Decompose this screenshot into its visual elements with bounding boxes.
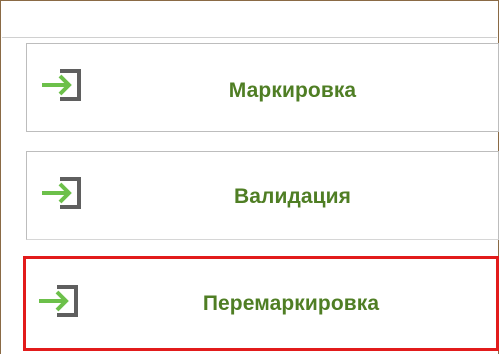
validation-button[interactable]: Валидация — [26, 151, 499, 240]
login-arrow-icon — [42, 69, 81, 101]
divider — [2, 37, 497, 38]
login-arrow-icon — [39, 285, 78, 317]
validation-label: Валидация — [233, 184, 352, 208]
login-arrow-icon — [42, 177, 81, 209]
menu-panel: Маркировка Валидация Перемаркировка — [0, 0, 499, 354]
remarking-button[interactable]: Перемаркировка — [23, 256, 499, 351]
marking-button[interactable]: Маркировка — [26, 43, 499, 132]
remarking-label: Перемаркировка — [202, 291, 380, 315]
marking-label: Маркировка — [228, 78, 357, 102]
